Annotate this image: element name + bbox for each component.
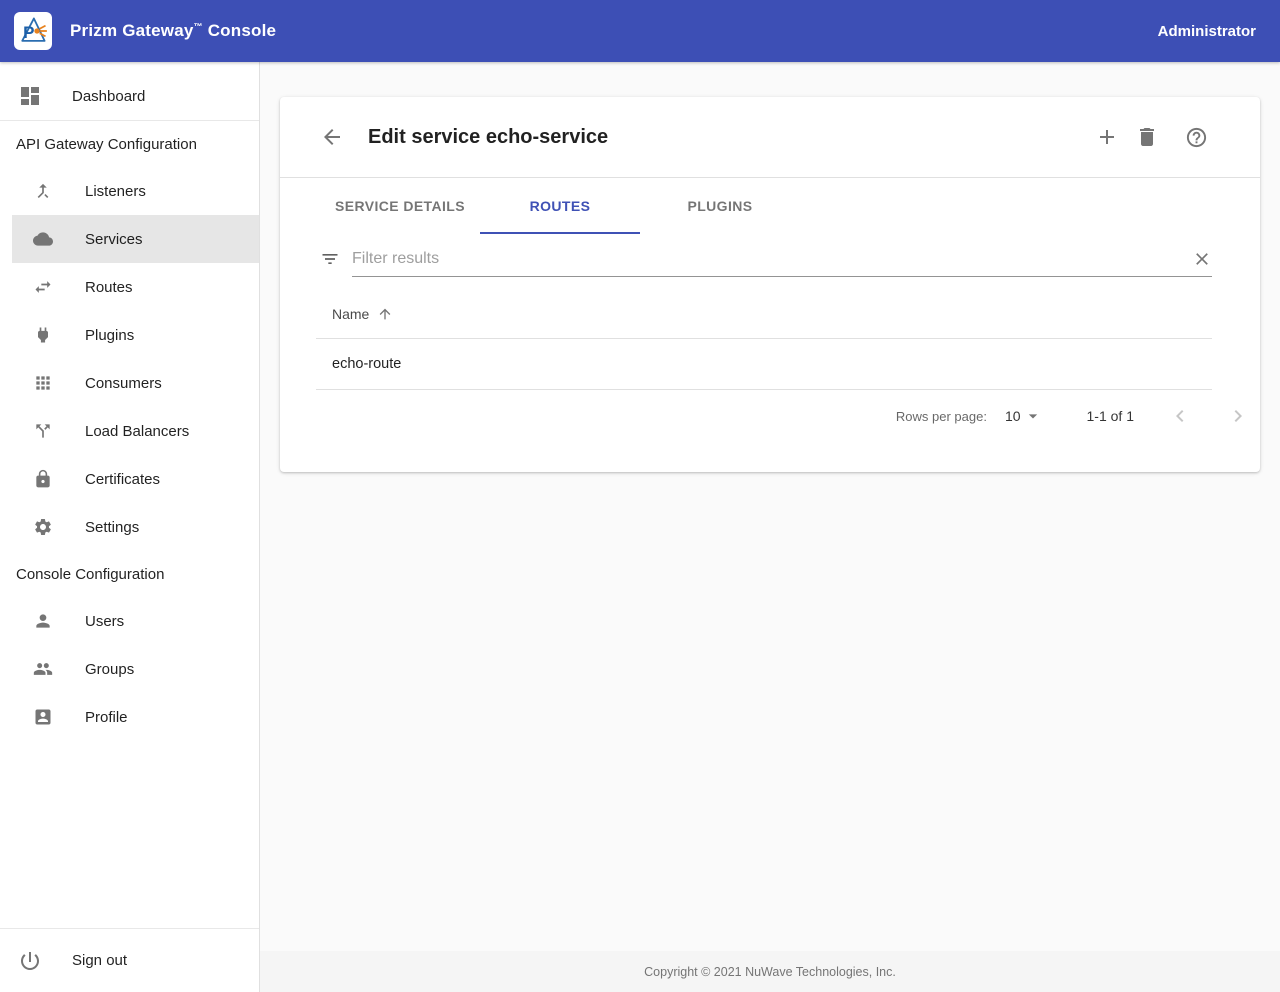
svg-text:P: P xyxy=(23,23,34,42)
main-content: Edit service echo-service SERVICE DETAIL… xyxy=(260,62,1280,992)
sidebar-item-settings[interactable]: Settings xyxy=(0,503,259,551)
card-actions xyxy=(1095,125,1208,149)
tab-bar: SERVICE DETAILS ROUTES PLUGINS xyxy=(320,178,1260,234)
sidebar-item-plugins[interactable]: Plugins xyxy=(0,311,259,359)
sidebar-item-label: Certificates xyxy=(85,471,160,488)
sidebar-item-users[interactable]: Users xyxy=(0,597,259,645)
sidebar-item-label: Routes xyxy=(85,279,133,296)
rows-per-page-select[interactable]: 10 xyxy=(1005,406,1043,426)
sidebar-item-consumers[interactable]: Consumers xyxy=(0,359,259,407)
person-icon xyxy=(33,611,53,631)
sidebar-item-label: Dashboard xyxy=(72,88,145,105)
call-split-icon xyxy=(33,421,53,441)
people-icon xyxy=(33,659,53,679)
sidebar-item-label: Plugins xyxy=(85,327,134,344)
table-row[interactable]: echo-route xyxy=(316,339,1212,390)
next-page-button[interactable] xyxy=(1226,404,1250,428)
back-button[interactable] xyxy=(320,125,344,149)
help-button[interactable] xyxy=(1185,126,1208,149)
route-name-cell: echo-route xyxy=(332,356,401,372)
sidebar-item-routes[interactable]: Routes xyxy=(0,263,259,311)
sidebar-item-profile[interactable]: Profile xyxy=(0,693,259,741)
sidebar-item-label: Services xyxy=(85,231,143,248)
delete-service-button[interactable] xyxy=(1135,125,1159,149)
rows-per-page-value: 10 xyxy=(1005,408,1021,424)
table-header-row: Name xyxy=(316,289,1212,339)
sidebar-item-dashboard[interactable]: Dashboard xyxy=(0,72,259,120)
plug-icon xyxy=(33,325,53,345)
arrow-back-icon xyxy=(320,125,344,149)
filter-input[interactable] xyxy=(352,250,1192,268)
chevron-left-icon xyxy=(1168,404,1192,428)
sidebar-item-label: Users xyxy=(85,613,124,630)
pagination-bar: Rows per page: 10 1-1 of 1 xyxy=(316,390,1250,442)
current-user-label[interactable]: Administrator xyxy=(1158,23,1256,40)
previous-page-button[interactable] xyxy=(1168,404,1192,428)
service-edit-card: Edit service echo-service SERVICE DETAIL… xyxy=(280,97,1260,472)
app-bar: P Prizm Gateway™ Console Administrator xyxy=(0,0,1280,62)
clear-filter-button[interactable] xyxy=(1192,249,1212,269)
tab-routes[interactable]: ROUTES xyxy=(480,178,640,234)
sidebar-item-certificates[interactable]: Certificates xyxy=(0,455,259,503)
page-title: Edit service echo-service xyxy=(368,126,608,149)
filter-field xyxy=(352,240,1212,277)
trash-icon xyxy=(1135,125,1159,149)
tab-plugins[interactable]: PLUGINS xyxy=(640,178,800,234)
contact-card-icon xyxy=(33,707,53,727)
app-title: Prizm Gateway™ Console xyxy=(70,21,276,41)
arrow-drop-down-icon xyxy=(1023,406,1043,426)
copyright-text: Copyright © 2021 NuWave Technologies, In… xyxy=(644,965,896,979)
swap-horiz-icon xyxy=(33,277,53,297)
power-icon xyxy=(18,949,42,973)
close-icon xyxy=(1192,249,1212,269)
pagination-range-label: 1-1 of 1 xyxy=(1087,408,1134,424)
sign-out-label: Sign out xyxy=(72,952,127,969)
sidebar-item-listeners[interactable]: Listeners xyxy=(0,167,259,215)
plus-icon xyxy=(1095,125,1119,149)
sidebar-section-console-config: Console Configuration xyxy=(0,551,259,597)
sign-out-button[interactable]: Sign out xyxy=(0,929,259,992)
lock-icon xyxy=(33,469,53,489)
call-merge-icon xyxy=(33,181,53,201)
card-header: Edit service echo-service xyxy=(280,97,1260,177)
sidebar-item-label: Settings xyxy=(85,519,139,536)
filter-list-icon xyxy=(320,249,340,269)
arrow-upward-icon[interactable] xyxy=(377,306,393,322)
chevron-right-icon xyxy=(1226,404,1250,428)
add-route-button[interactable] xyxy=(1095,125,1119,149)
gear-icon xyxy=(33,517,53,537)
sidebar-item-label: Consumers xyxy=(85,375,162,392)
sidebar-item-label: Listeners xyxy=(85,183,146,200)
sidebar-nav: Dashboard API Gateway Configuration List… xyxy=(0,62,260,992)
dashboard-icon xyxy=(18,84,42,108)
sidebar-item-label: Groups xyxy=(85,661,134,678)
sidebar-item-services[interactable]: Services xyxy=(12,215,259,263)
sidebar-item-groups[interactable]: Groups xyxy=(0,645,259,693)
apps-grid-icon xyxy=(33,373,53,393)
rows-per-page-label: Rows per page: xyxy=(896,409,987,424)
prizm-logo-icon: P xyxy=(14,12,52,50)
copyright-footer: Copyright © 2021 NuWave Technologies, In… xyxy=(260,951,1280,992)
sidebar-item-label: Profile xyxy=(85,709,128,726)
sidebar-item-label: Load Balancers xyxy=(85,423,189,440)
sidebar-item-load-balancers[interactable]: Load Balancers xyxy=(0,407,259,455)
routes-table: Name echo-route xyxy=(316,289,1212,390)
column-header-name[interactable]: Name xyxy=(332,306,369,322)
help-icon xyxy=(1185,126,1208,149)
filter-row xyxy=(320,240,1212,277)
cloud-icon xyxy=(33,229,53,249)
sidebar-section-api-gateway: API Gateway Configuration xyxy=(0,121,259,167)
tab-service-details[interactable]: SERVICE DETAILS xyxy=(320,178,480,234)
